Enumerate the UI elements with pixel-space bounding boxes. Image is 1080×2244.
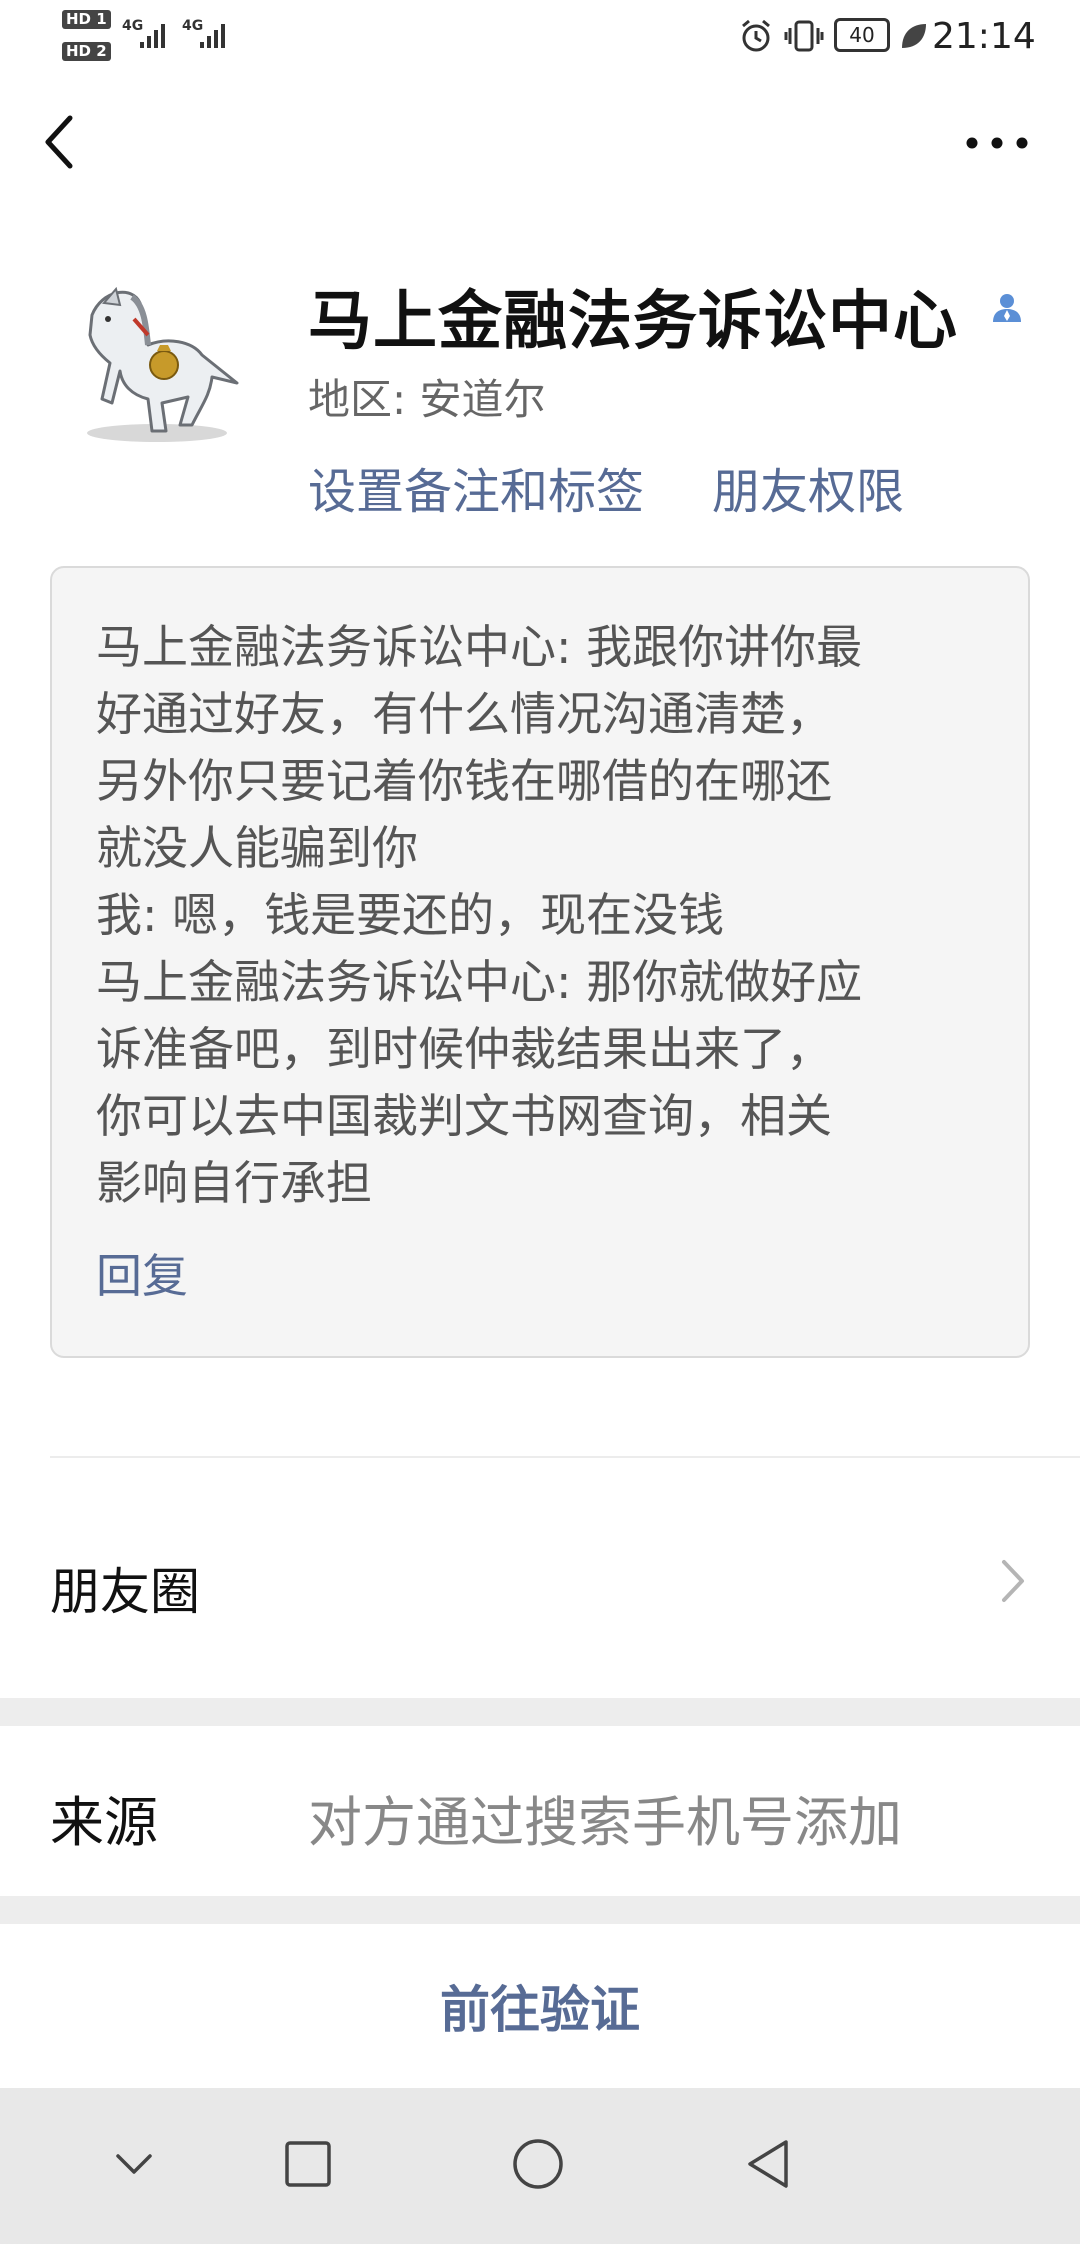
divider (50, 1456, 1080, 1458)
moments-label: 朋友圈 (50, 1563, 200, 1621)
region-text: 地区: 安道尔 (308, 375, 546, 424)
battery-indicator: 40 (834, 18, 890, 52)
source-value: 对方通过搜索手机号添加 (308, 1791, 902, 1854)
message-line: 诉准备吧，到时候仲裁结果出来了， (96, 1022, 832, 1076)
home-circle-icon[interactable] (512, 2138, 564, 2190)
message-line: 我: 嗯，钱是要还的，现在没钱 (96, 888, 725, 942)
set-remark-and-tags-link[interactable]: 设置备注和标签 (308, 452, 644, 522)
moments-row[interactable]: 朋友圈 (0, 1460, 1080, 1698)
alarm-icon (742, 19, 770, 52)
reply-link[interactable]: 回复 (96, 1240, 188, 1306)
message-line: 影响自行承担 (96, 1156, 372, 1210)
sim2-badge: HD 2 (62, 42, 111, 61)
friend-permissions-link[interactable]: 朋友权限 (712, 452, 904, 522)
message-line: 好通过好友，有什么情况沟通清楚， (96, 687, 832, 741)
message-line: 马上金融法务诉讼中心: 那你就做好应 (96, 955, 863, 1009)
sim1-badge: HD 1 (62, 10, 111, 29)
verified-user-icon (993, 294, 1021, 322)
avatar[interactable] (62, 275, 242, 455)
section-gap (0, 1896, 1080, 1924)
recents-square-icon[interactable] (284, 2140, 332, 2188)
message-line: 就没人能骗到你 (96, 821, 418, 875)
source-label: 来源 (50, 1791, 158, 1854)
go-verify-button[interactable]: 前往验证 (0, 1970, 1080, 2042)
system-nav-bar (0, 2088, 1080, 2244)
message-line: 你可以去中国裁判文书网查询，相关 (96, 1089, 832, 1143)
back-button[interactable] (40, 112, 80, 172)
message-line: 另外你只要记着你钱在哪借的在哪还 (96, 754, 832, 808)
collapse-chevron-icon[interactable] (112, 2142, 156, 2186)
message-line: 马上金融法务诉讼中心: 我跟你讲你最 (96, 620, 863, 674)
message-text: 马上金融法务诉讼中心: 我跟你讲你最 好通过好友，有什么情况沟通清楚， 另外你只… (96, 614, 996, 1217)
signal-icon-2 (200, 24, 225, 48)
chevron-right-icon (1002, 1560, 1024, 1602)
more-options-button[interactable] (962, 118, 1032, 168)
signal-icon-1 (140, 24, 165, 48)
status-bar: HD 1 HD 2 4G 4G 40 21:14 (0, 0, 1080, 72)
vibrate-icon (784, 20, 824, 52)
back-triangle-icon[interactable] (744, 2138, 792, 2190)
contact-name: 马上金融法务诉讼中心 (308, 285, 958, 359)
clock: 21:14 (932, 16, 1036, 57)
leaf-icon (902, 24, 926, 48)
section-gap (0, 1698, 1080, 1726)
